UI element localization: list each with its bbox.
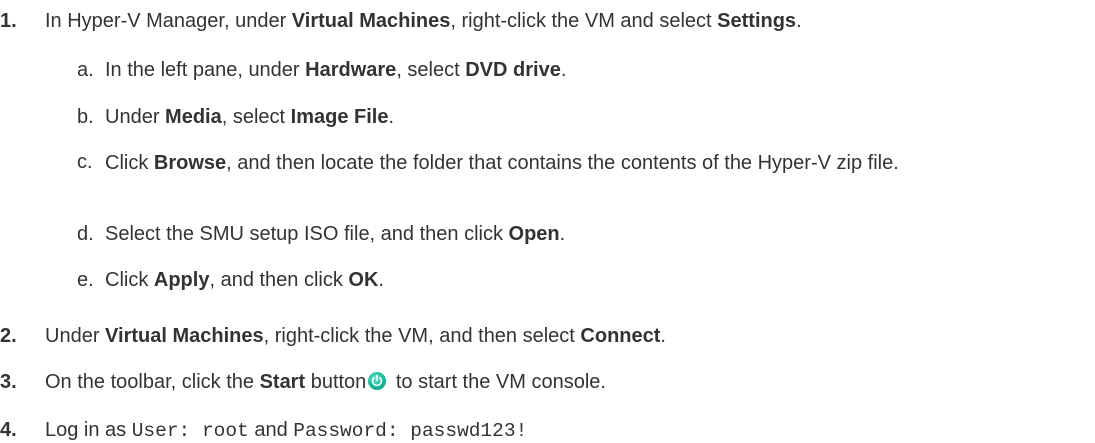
bold-term: Image File <box>290 106 389 128</box>
bold-term: Apply <box>153 269 210 291</box>
substep-text: Under Media, select Image File. <box>105 105 394 129</box>
text-run: , select <box>396 59 466 81</box>
bold-term: Media <box>165 106 222 128</box>
bold-term: Virtual Machines <box>105 325 264 347</box>
step-text: On the toolbar, click the Start button t… <box>45 370 606 394</box>
substep-letter: c. <box>77 151 93 173</box>
text-run: Click <box>105 269 154 291</box>
text-run: , and then locate the folder that contai… <box>226 152 899 174</box>
text-run: Select the SMU setup ISO file, and then … <box>105 223 509 245</box>
text-run: . <box>559 223 566 245</box>
bold-term: Open <box>508 223 560 245</box>
text-run: , right-click the VM, and then select <box>263 325 581 347</box>
text-run: On the toolbar, click the <box>45 371 260 393</box>
step-text: Log in as User: root and Password: passw… <box>45 418 527 443</box>
code-password: Password: passwd123! <box>293 420 528 442</box>
text-run: button <box>305 371 367 393</box>
step-text: Under Virtual Machines, right-click the … <box>45 324 666 348</box>
bold-term: Connect <box>580 325 661 347</box>
text-run: . <box>378 269 384 291</box>
instructions-document: 1. In Hyper-V Manager, under Virtual Mac… <box>0 0 1095 443</box>
text-run: . <box>560 59 567 81</box>
substep-letter: b. <box>77 106 94 128</box>
text-run: Log in as <box>45 419 132 441</box>
bold-term: Settings <box>717 10 797 32</box>
substep-text: Select the SMU setup ISO file, and then … <box>105 222 565 246</box>
text-run: Click <box>105 152 154 174</box>
step-number: 4. <box>0 419 17 441</box>
text-run: , select <box>221 106 291 128</box>
code-username: User: root <box>131 420 249 442</box>
text-run: Under <box>105 106 166 128</box>
substep-text: Click Apply, and then click OK. <box>105 268 384 292</box>
bold-term: DVD drive <box>465 59 561 81</box>
substep-letter: d. <box>77 223 94 245</box>
text-run: to start the VM console. <box>390 371 606 393</box>
text-run: , right-click the VM and select <box>450 10 718 32</box>
bold-term: Start <box>259 371 306 393</box>
step-text: In Hyper-V Manager, under Virtual Machin… <box>45 9 802 33</box>
bold-term: OK <box>348 269 379 291</box>
substep-text: Click Browse, and then locate the folder… <box>105 150 1085 177</box>
step-number: 1. <box>0 10 17 32</box>
text-run: . <box>796 10 802 32</box>
text-run: and <box>248 419 294 441</box>
text-run: In the left pane, under <box>105 59 306 81</box>
bold-term: Browse <box>153 152 227 174</box>
substep-letter: e. <box>77 269 94 291</box>
bold-term: Hardware <box>305 59 397 81</box>
text-run: Under <box>45 325 106 347</box>
power-icon <box>368 372 387 390</box>
step-number: 3. <box>0 371 17 393</box>
step-number: 2. <box>0 325 17 347</box>
substep-letter: a. <box>77 59 94 81</box>
substep-text: In the left pane, under Hardware, select… <box>105 58 566 82</box>
bold-term: Virtual Machines <box>291 10 451 32</box>
text-run: . <box>660 325 666 347</box>
text-run: . <box>388 106 395 128</box>
text-run: In Hyper-V Manager, under <box>45 10 292 32</box>
text-run: , and then click <box>209 269 349 291</box>
